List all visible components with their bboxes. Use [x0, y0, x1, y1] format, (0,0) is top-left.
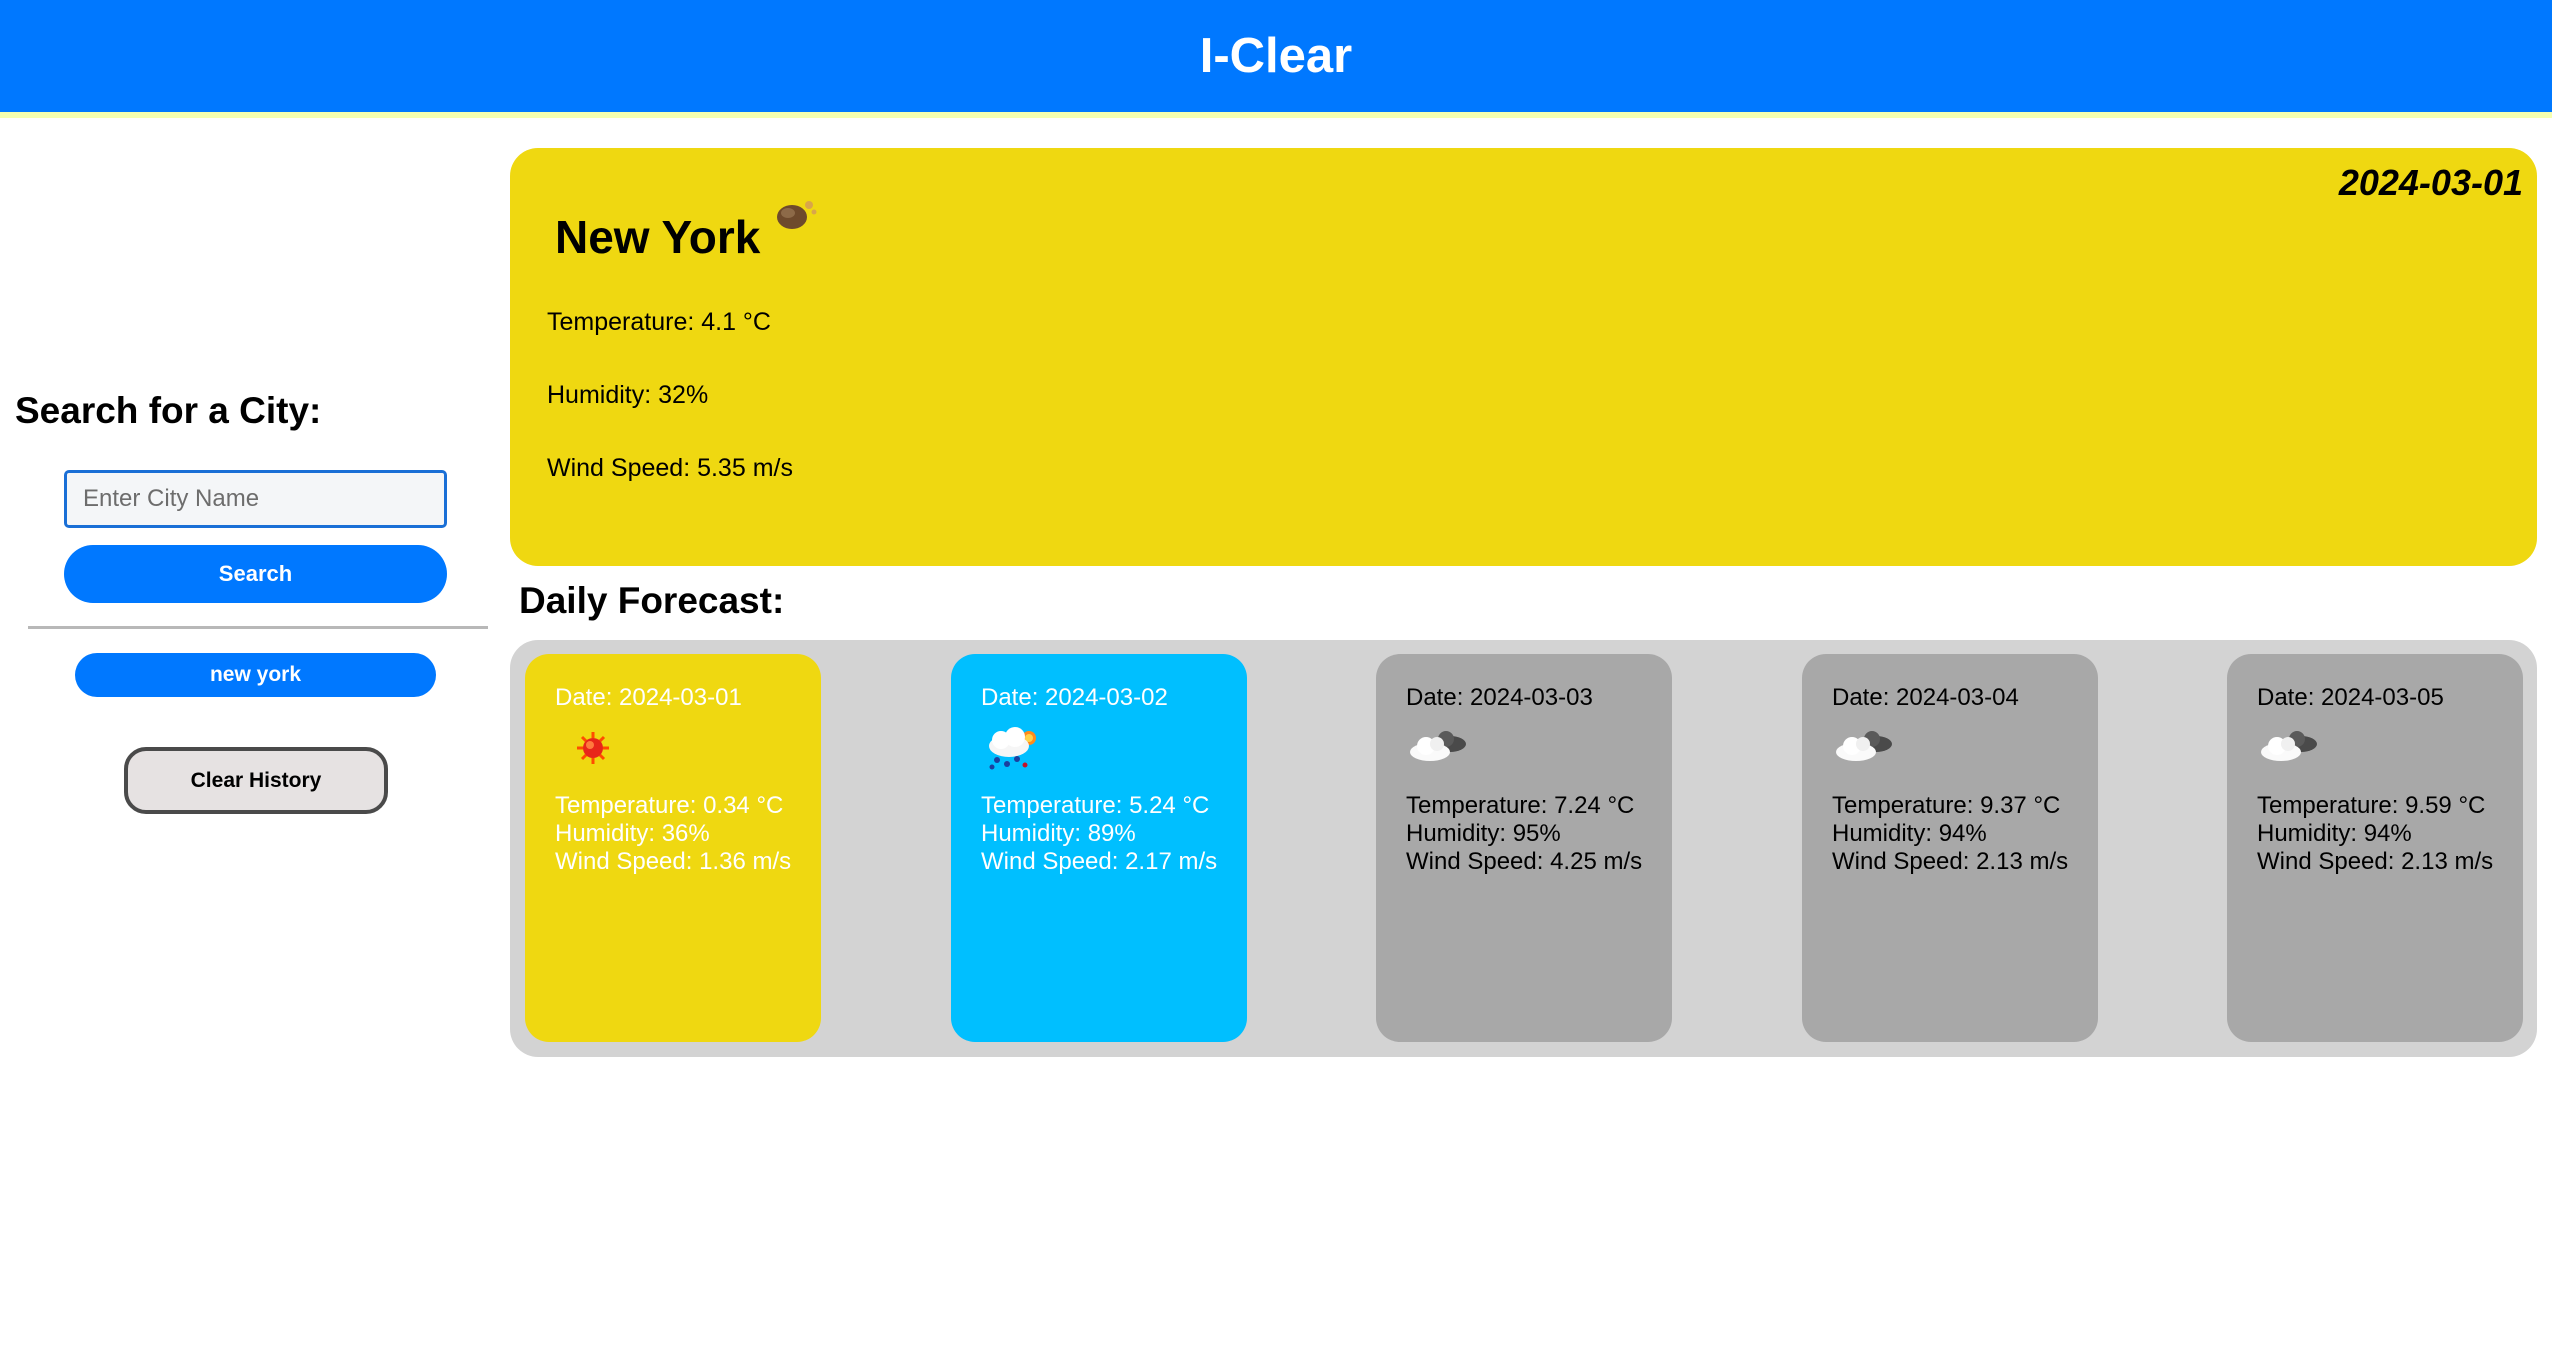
- forecast-wind-speed: Wind Speed: 1.36 m/s: [555, 848, 792, 875]
- current-wind-speed: Wind Speed: 5.35 m/s: [547, 454, 793, 482]
- forecast-temperature: Temperature: 9.37 °C: [1832, 792, 2061, 819]
- forecast-humidity: Humidity: 94%: [2257, 820, 2412, 847]
- current-temperature: Temperature: 4.1 °C: [547, 308, 771, 336]
- forecast-humidity: Humidity: 94%: [1832, 820, 1987, 847]
- forecast-temperature: Temperature: 7.24 °C: [1406, 792, 1635, 819]
- forecast-temperature: Temperature: 9.59 °C: [2257, 792, 2486, 819]
- forecast-date: Date: 2024-03-03: [1406, 684, 1593, 711]
- forecast-card: Date: 2024-03-01 Temperature: 0.34 °C Hu…: [525, 654, 821, 1042]
- search-button[interactable]: Search: [64, 545, 447, 603]
- forecast-humidity: Humidity: 95%: [1406, 820, 1561, 847]
- sidebar-divider: [28, 626, 488, 629]
- forecast-date: Date: 2024-03-01: [555, 684, 742, 711]
- search-heading: Search for a City:: [15, 390, 322, 431]
- current-city-name: New York: [555, 211, 761, 263]
- clouds-icon: [1836, 731, 1892, 761]
- forecast-card: Date: 2024-03-05 Temperature: 9.59 °C Hu…: [2227, 654, 2523, 1042]
- moon-clouds-icon: [777, 201, 817, 229]
- forecast-wind-speed: Wind Speed: 4.25 m/s: [1406, 848, 1643, 875]
- current-date: 2024-03-01: [2338, 162, 2523, 203]
- forecast-temperature: Temperature: 0.34 °C: [555, 792, 784, 819]
- clouds-icon: [2261, 731, 2317, 761]
- forecast-humidity: Humidity: 89%: [981, 820, 1136, 847]
- app-header: I-Clear: [0, 0, 2552, 118]
- forecast-date: Date: 2024-03-04: [1832, 684, 2019, 711]
- forecast-wind-speed: Wind Speed: 2.17 m/s: [981, 848, 1218, 875]
- forecast-humidity: Humidity: 36%: [555, 820, 710, 847]
- clear-history-button[interactable]: Clear History: [124, 747, 388, 814]
- forecast-wind-speed: Wind Speed: 2.13 m/s: [2257, 848, 2494, 875]
- app-title: I-Clear: [1199, 29, 1353, 83]
- history-item-new-york[interactable]: new york: [75, 653, 436, 697]
- rain-cloud-icon: [989, 727, 1036, 770]
- forecast-wind-speed: Wind Speed: 2.13 m/s: [1832, 848, 2069, 875]
- current-weather-card: 2024-03-01 New York Temperature: 4.1 °C …: [510, 148, 2537, 566]
- city-search-input[interactable]: [64, 470, 447, 528]
- sidebar: Search for a City: Search new york Clear…: [0, 118, 500, 1359]
- clouds-icon: [1410, 731, 1466, 761]
- current-humidity: Humidity: 32%: [547, 381, 709, 409]
- forecast-date: Date: 2024-03-02: [981, 684, 1168, 711]
- forecast-date: Date: 2024-03-05: [2257, 684, 2444, 711]
- forecast-card: Date: 2024-03-02 Temperature: 5.24 °C Hu…: [951, 654, 1247, 1042]
- forecast-temperature: Temperature: 5.24 °C: [981, 792, 1210, 819]
- forecast-card: Date: 2024-03-03 Temperature: 7.24 °C Hu…: [1376, 654, 1672, 1042]
- forecast-heading: Daily Forecast:: [519, 580, 785, 621]
- forecast-container: Date: 2024-03-01 Temperature: 0.34 °C Hu…: [510, 640, 2537, 1057]
- sun-icon: [577, 732, 609, 764]
- forecast-card: Date: 2024-03-04 Temperature: 9.37 °C Hu…: [1802, 654, 2098, 1042]
